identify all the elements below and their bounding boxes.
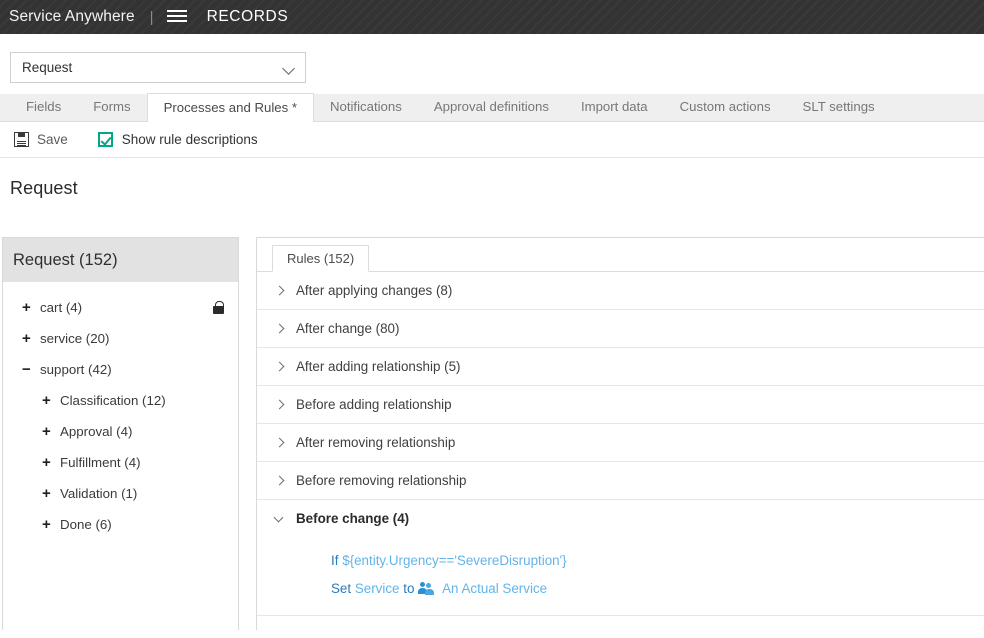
- tree-item-classification[interactable]: + Classification (12): [3, 385, 238, 416]
- tree-header: Request (152): [3, 238, 238, 282]
- rule-group-after-removing-relationship: After removing relationship: [257, 424, 984, 462]
- tab-import-data[interactable]: Import data: [565, 93, 664, 121]
- tab-custom-actions[interactable]: Custom actions: [664, 93, 787, 121]
- expand-toggle-icon[interactable]: +: [22, 300, 36, 315]
- tree-item-label: Classification (12): [60, 393, 166, 408]
- expand-toggle-icon[interactable]: +: [42, 486, 56, 501]
- app-brand: Service Anywhere: [9, 8, 135, 25]
- chevron-down-icon: [274, 513, 286, 525]
- chevron-down-icon: [284, 64, 295, 71]
- tree-item-label: Fulfillment (4): [60, 455, 141, 470]
- tree-item-label: service (20): [40, 331, 110, 346]
- rule-action-line[interactable]: Set Service to An Actual Service: [257, 575, 984, 603]
- expand-toggle-icon[interactable]: +: [42, 393, 56, 408]
- save-button-label: Save: [37, 132, 68, 147]
- floppy-disk-icon: [14, 132, 29, 147]
- rule-detail: If ${entity.Urgency=='SevereDisruption'}…: [257, 537, 984, 615]
- brand-separator: |: [149, 8, 154, 26]
- tab-slt-settings[interactable]: SLT settings: [787, 93, 891, 121]
- rules-tabstrip: Rules (152): [257, 238, 984, 272]
- checkbox-checked-icon: [97, 132, 113, 147]
- rule-group-label: Before removing relationship: [296, 473, 467, 488]
- save-button[interactable]: Save: [14, 132, 68, 147]
- rule-group-before-removing-relationship: Before removing relationship: [257, 462, 984, 500]
- tab-approval-definitions[interactable]: Approval definitions: [418, 93, 565, 121]
- show-rule-descriptions-label: Show rule descriptions: [121, 132, 258, 147]
- expand-toggle-icon[interactable]: +: [42, 424, 56, 439]
- tree-item-validation[interactable]: + Validation (1): [3, 478, 238, 509]
- rule-group-label: Before change (4): [296, 511, 410, 526]
- rule-group-after-change: After change (80): [257, 310, 984, 348]
- rule-group-header[interactable]: Before change (4): [257, 500, 984, 537]
- tree-item-cart[interactable]: + cart (4): [3, 292, 238, 323]
- chevron-right-icon: [274, 323, 286, 335]
- top-bar: Service Anywhere | RECORDS: [0, 0, 984, 34]
- tree-item-label: Done (6): [60, 517, 112, 532]
- toolbar: Save Show rule descriptions: [0, 122, 984, 158]
- section-title: RECORDS: [206, 8, 289, 25]
- chevron-right-icon: [274, 285, 286, 297]
- collapse-toggle-icon[interactable]: −: [22, 362, 36, 377]
- tree-item-fulfillment[interactable]: + Fulfillment (4): [3, 447, 238, 478]
- rule-set-keyword: Set: [331, 581, 352, 596]
- tab-rules[interactable]: Rules (152): [272, 245, 370, 272]
- content-area: Request (152) + cart (4) + service (20) …: [0, 237, 984, 630]
- rule-group-header[interactable]: Before removing relationship: [257, 462, 984, 499]
- tree-item-label: Approval (4): [60, 424, 133, 439]
- rule-group-after-applying-changes: After applying changes (8): [257, 272, 984, 310]
- rule-set-field[interactable]: Service: [355, 581, 400, 596]
- lock-icon: [213, 301, 224, 314]
- tab-notifications[interactable]: Notifications: [314, 93, 418, 121]
- expand-toggle-icon[interactable]: +: [22, 331, 36, 346]
- rule-group-header[interactable]: After removing relationship: [257, 424, 984, 461]
- chevron-right-icon: [274, 475, 286, 487]
- tab-forms[interactable]: Forms: [77, 93, 146, 121]
- expand-toggle-icon[interactable]: +: [42, 517, 56, 532]
- main-tabstrip: Fields Forms Processes and Rules * Notif…: [0, 93, 984, 122]
- rule-if-expression[interactable]: ${entity.Urgency=='SevereDisruption'}: [342, 553, 566, 568]
- hamburger-icon[interactable]: [166, 10, 187, 24]
- rule-group-label: After applying changes (8): [296, 283, 453, 298]
- tree-body: + cart (4) + service (20) − support (42)…: [3, 282, 238, 540]
- record-type-value: Request: [22, 60, 73, 75]
- rules-panel: Rules (152) After applying changes (8) A…: [256, 237, 984, 630]
- chevron-right-icon: [274, 361, 286, 373]
- rule-group-header[interactable]: After applying changes (8): [257, 272, 984, 309]
- tree-item-service[interactable]: + service (20): [3, 323, 238, 354]
- record-type-select[interactable]: Request: [10, 52, 306, 83]
- chevron-right-icon: [274, 399, 286, 411]
- rule-group-label: Before adding relationship: [296, 397, 452, 412]
- tree-item-done[interactable]: + Done (6): [3, 509, 238, 540]
- rule-group-before-adding-relationship: Before adding relationship: [257, 386, 984, 424]
- tab-fields[interactable]: Fields: [10, 93, 77, 121]
- rule-group-header[interactable]: Before adding relationship: [257, 386, 984, 423]
- rule-group-after-adding-relationship: After adding relationship (5): [257, 348, 984, 386]
- rule-condition-line[interactable]: If ${entity.Urgency=='SevereDisruption'}: [257, 547, 984, 575]
- rule-group-header[interactable]: After change (80): [257, 310, 984, 347]
- rule-group-label: After adding relationship (5): [296, 359, 461, 374]
- tree-item-approval[interactable]: + Approval (4): [3, 416, 238, 447]
- show-rule-descriptions-checkbox[interactable]: Show rule descriptions: [97, 132, 258, 147]
- rule-to-keyword: to: [403, 581, 415, 596]
- rule-group-label: After removing relationship: [296, 435, 456, 450]
- tree-item-support[interactable]: − support (42): [3, 354, 238, 385]
- tree-item-label: cart (4): [40, 300, 83, 315]
- rule-group-label: After change (80): [296, 321, 400, 336]
- rule-group-before-change: Before change (4) If ${entity.Urgency=='…: [257, 500, 984, 616]
- tree-item-label: Validation (1): [60, 486, 138, 501]
- page-title: Request: [10, 178, 78, 198]
- process-tree-panel: Request (152) + cart (4) + service (20) …: [2, 237, 239, 630]
- chevron-right-icon: [274, 437, 286, 449]
- rule-set-value[interactable]: An Actual Service: [442, 581, 547, 596]
- people-group-icon: [418, 582, 435, 595]
- rule-if-keyword: If: [331, 553, 339, 568]
- record-type-selector-wrap: Request: [0, 34, 984, 83]
- rule-group-header[interactable]: After adding relationship (5): [257, 348, 984, 385]
- tree-item-label: support (42): [40, 362, 112, 377]
- tab-processes-and-rules[interactable]: Processes and Rules *: [146, 93, 314, 122]
- expand-toggle-icon[interactable]: +: [42, 455, 56, 470]
